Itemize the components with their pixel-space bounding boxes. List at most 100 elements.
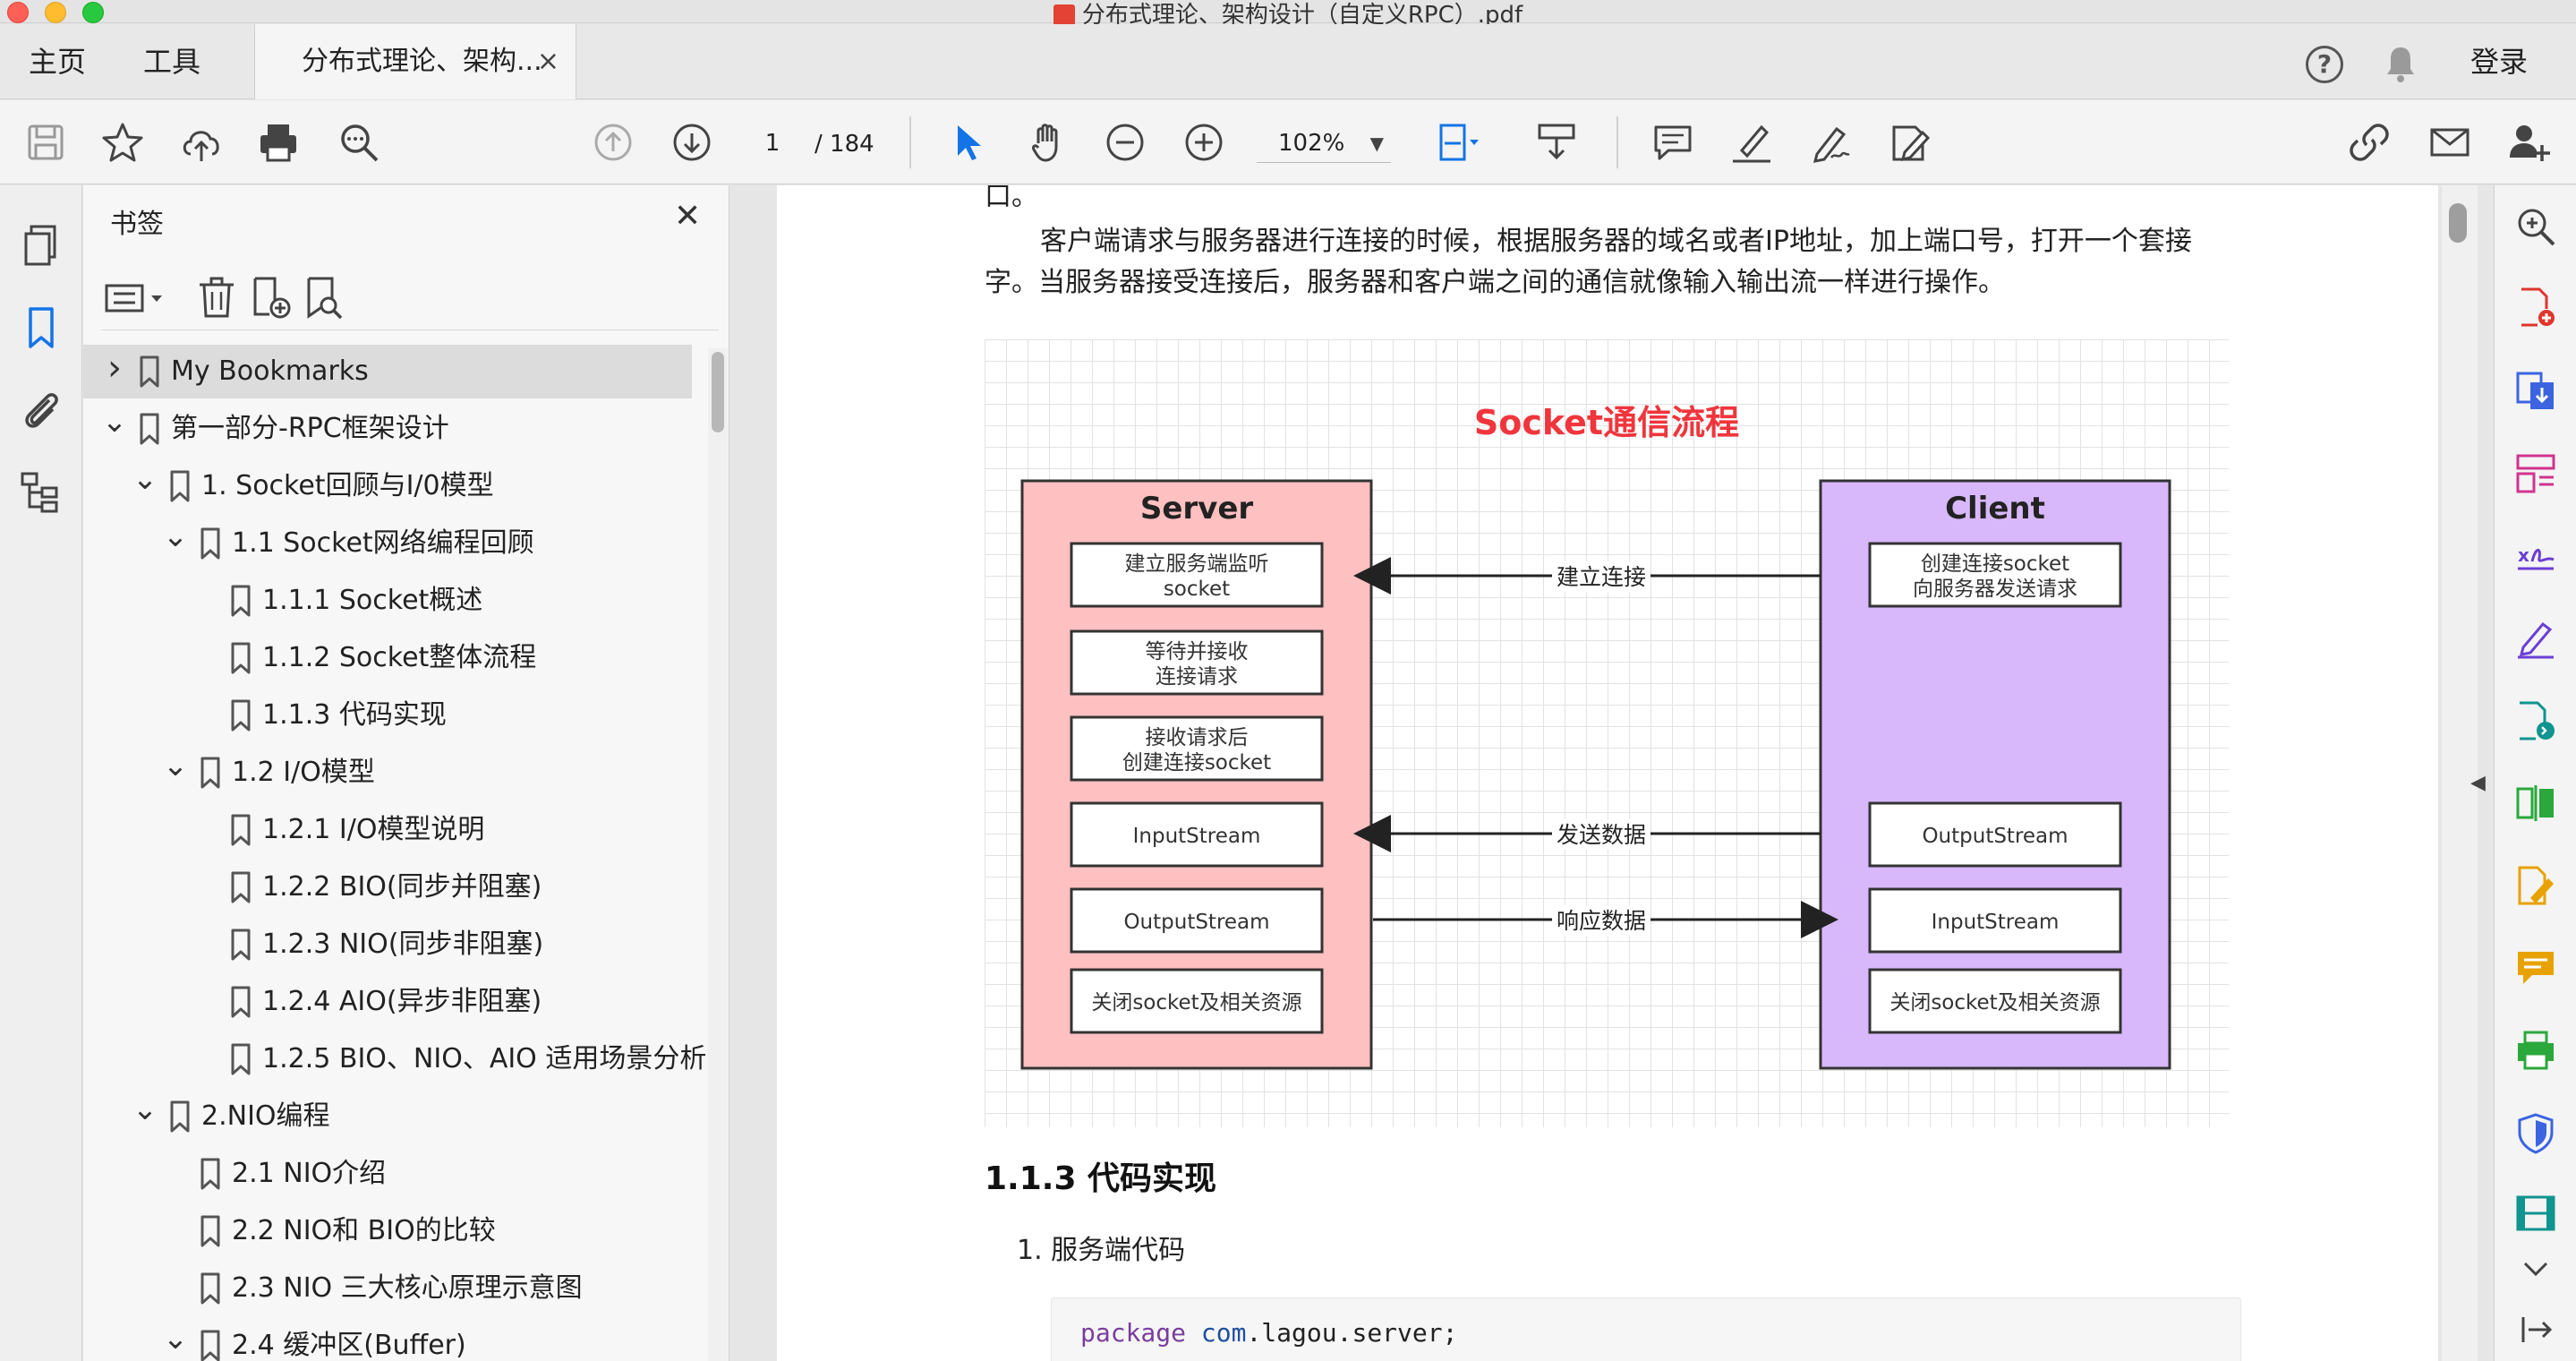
bookmark-item[interactable]: 1.2.4 AIO(异步非阻塞) (83, 975, 692, 1029)
comment-icon[interactable] (1651, 120, 1695, 165)
bookmark-flag-icon (231, 642, 251, 674)
bookmark-flag-icon (231, 986, 251, 1018)
bookmark-item[interactable]: 2.1 NIO介绍 (83, 1147, 692, 1201)
create-pdf-icon[interactable] (2514, 286, 2557, 329)
bookmark-item[interactable]: 2.3 NIO 三大核心原理示意图 (83, 1262, 692, 1315)
email-icon[interactable] (2427, 120, 2472, 165)
page-up-icon[interactable] (591, 120, 635, 165)
protect-icon[interactable] (2514, 1111, 2557, 1154)
bookmark-item[interactable]: ⌄ 2.NIO编程 (83, 1090, 692, 1143)
bookmark-search-icon[interactable] (300, 275, 345, 320)
star-icon[interactable] (100, 120, 145, 165)
attachment-icon[interactable] (19, 388, 64, 432)
bookmark-item[interactable]: 1.1.2 Socket整体流程 (83, 631, 692, 685)
page-number-input[interactable] (739, 125, 806, 161)
chevron-down-icon: ▼ (1369, 133, 1384, 154)
flow-step-label: OutputStream (1922, 825, 2068, 848)
structure-icon[interactable] (19, 470, 64, 515)
expand-icon[interactable] (2514, 1308, 2557, 1351)
scroll-mode-icon[interactable] (1534, 120, 1579, 165)
close-icon[interactable]: ✕ (674, 198, 701, 235)
login-button[interactable]: 登录 (2470, 24, 2528, 99)
edit-pdf-icon[interactable] (2514, 864, 2557, 907)
rich-media-icon[interactable] (2514, 1192, 2557, 1235)
bookmark-item[interactable]: ⌄ 2.4 缓冲区(Buffer) (83, 1319, 692, 1361)
respond-data-arrow-label: 响应数据 (1557, 908, 1646, 934)
chevron-down-icon[interactable]: ⌄ (162, 739, 189, 792)
save-icon[interactable] (23, 120, 68, 165)
sign-icon[interactable] (1808, 120, 1853, 165)
print-icon[interactable] (256, 120, 301, 165)
link-icon[interactable] (2347, 120, 2392, 165)
bookmark-item[interactable]: 1.2.3 NIO(同步非阻塞) (83, 918, 692, 972)
bookmark-item[interactable]: 1.1.3 代码实现 (83, 689, 692, 742)
bookmark-item[interactable]: ⌄ 1. Socket回顾与I/0模型 (83, 459, 692, 513)
tab-close-icon[interactable]: × (537, 24, 559, 99)
highlight-icon[interactable] (1729, 120, 1774, 165)
fit-page-icon[interactable] (1436, 120, 1480, 165)
bookmark-flag-icon (200, 1330, 220, 1361)
zoom-search-icon[interactable] (2514, 205, 2557, 248)
comment-icon[interactable] (2514, 946, 2557, 989)
bookmark-item[interactable]: 1.2.1 I/O模型说明 (83, 803, 692, 857)
new-bookmark-icon[interactable] (248, 275, 293, 320)
notification-bell-icon[interactable] (2384, 44, 2417, 83)
upload-icon[interactable] (179, 120, 224, 165)
delete-icon[interactable] (194, 275, 239, 320)
bookmark-flag-icon (200, 1272, 220, 1305)
collapse-right-panel-icon[interactable]: ◀ (2470, 772, 2486, 794)
tab-document-label: 分布式理论、架构... (302, 46, 542, 77)
pages-icon[interactable] (19, 223, 64, 268)
bookmark-label: My Bookmarks (171, 355, 369, 387)
bookmark-icon[interactable] (19, 305, 64, 350)
search-icon[interactable] (337, 120, 381, 165)
chevron-down-icon[interactable]: ⌄ (162, 509, 189, 563)
select-cursor-icon[interactable] (947, 120, 992, 165)
bookmark-item[interactable]: ⌄ 第一部分-RPC框架设计 (83, 402, 692, 456)
bookmark-item[interactable]: ⌄ 1.1 Socket网络编程回顾 (83, 517, 692, 570)
fill-sign-icon[interactable]: x (2514, 535, 2557, 578)
compare-icon[interactable] (2514, 782, 2557, 825)
chevron-down-icon[interactable]: ⌄ (101, 395, 128, 449)
fill-sign-icon[interactable] (1887, 120, 1932, 165)
export-pdf-icon[interactable] (2514, 370, 2557, 413)
organize-pages-icon[interactable] (2514, 452, 2557, 495)
bookmark-item[interactable]: 2.2 NIO和 BIO的比较 (83, 1204, 692, 1258)
bookmark-label: 2.4 缓冲区(Buffer) (232, 1330, 466, 1361)
bookmark-flag-icon (231, 1043, 251, 1075)
share-user-icon[interactable] (2506, 120, 2551, 165)
chevron-down-icon[interactable] (2514, 1247, 2557, 1290)
tab-tools[interactable]: 工具 (143, 24, 200, 99)
tab-home[interactable]: 主页 (29, 24, 86, 99)
flow-step-label: 向服务器发送请求 (1913, 578, 2077, 601)
chevron-down-icon[interactable]: ⌄ (132, 1083, 158, 1136)
options-menu-icon[interactable] (103, 275, 171, 320)
page-down-icon[interactable] (670, 120, 714, 165)
bookmark-flag-icon (200, 1215, 220, 1247)
flow-step-label: 接收请求后 (1146, 726, 1249, 749)
socket-flow-diagram: Socket通信流程 Server Client 建立服务端监听 socket 等待… (985, 339, 2229, 1127)
send-review-icon[interactable] (2514, 699, 2557, 742)
hand-icon[interactable] (1026, 120, 1070, 165)
document-scrollbar-thumb[interactable] (2449, 203, 2467, 243)
bookmarks-panel: 书签 ✕ › My Bookmarks ⌄ 第一部分-RPC框架设计 ⌄ 1. Socke… (83, 185, 729, 1361)
bookmark-item[interactable]: 1.2.2 BIO(同步并阻塞) (83, 860, 692, 914)
zoom-select[interactable]: 102% ▼ (1257, 124, 1391, 163)
flow-step-label: 关闭socket及相关资源 (1091, 991, 1301, 1014)
tab-document[interactable]: 分布式理论、架构... × (254, 24, 576, 99)
bookmarks-scrollbar-track[interactable] (708, 348, 728, 1361)
zoom-in-icon[interactable] (1181, 120, 1226, 165)
bookmark-item[interactable]: 1.1.1 Socket概述 (83, 574, 692, 628)
print-production-icon[interactable] (2514, 1029, 2557, 1072)
chevron-down-icon[interactable]: ⌄ (162, 1312, 189, 1361)
bookmarks-scrollbar-thumb[interactable] (712, 352, 724, 432)
chevron-right-icon[interactable]: › (101, 341, 128, 395)
bookmark-item[interactable]: › My Bookmarks (83, 345, 692, 398)
sign-icon[interactable] (2514, 617, 2557, 660)
bookmark-item[interactable]: ⌄ 1.2 I/O模型 (83, 746, 692, 800)
help-icon[interactable]: ? (2306, 46, 2343, 83)
zoom-out-icon[interactable] (1103, 120, 1147, 165)
main-toolbar: / 184 102% ▼ (0, 100, 2576, 184)
chevron-down-icon[interactable]: ⌄ (132, 452, 158, 506)
bookmark-item[interactable]: 1.2.5 BIO、NIO、AIO 适用场景分析 (83, 1032, 706, 1086)
